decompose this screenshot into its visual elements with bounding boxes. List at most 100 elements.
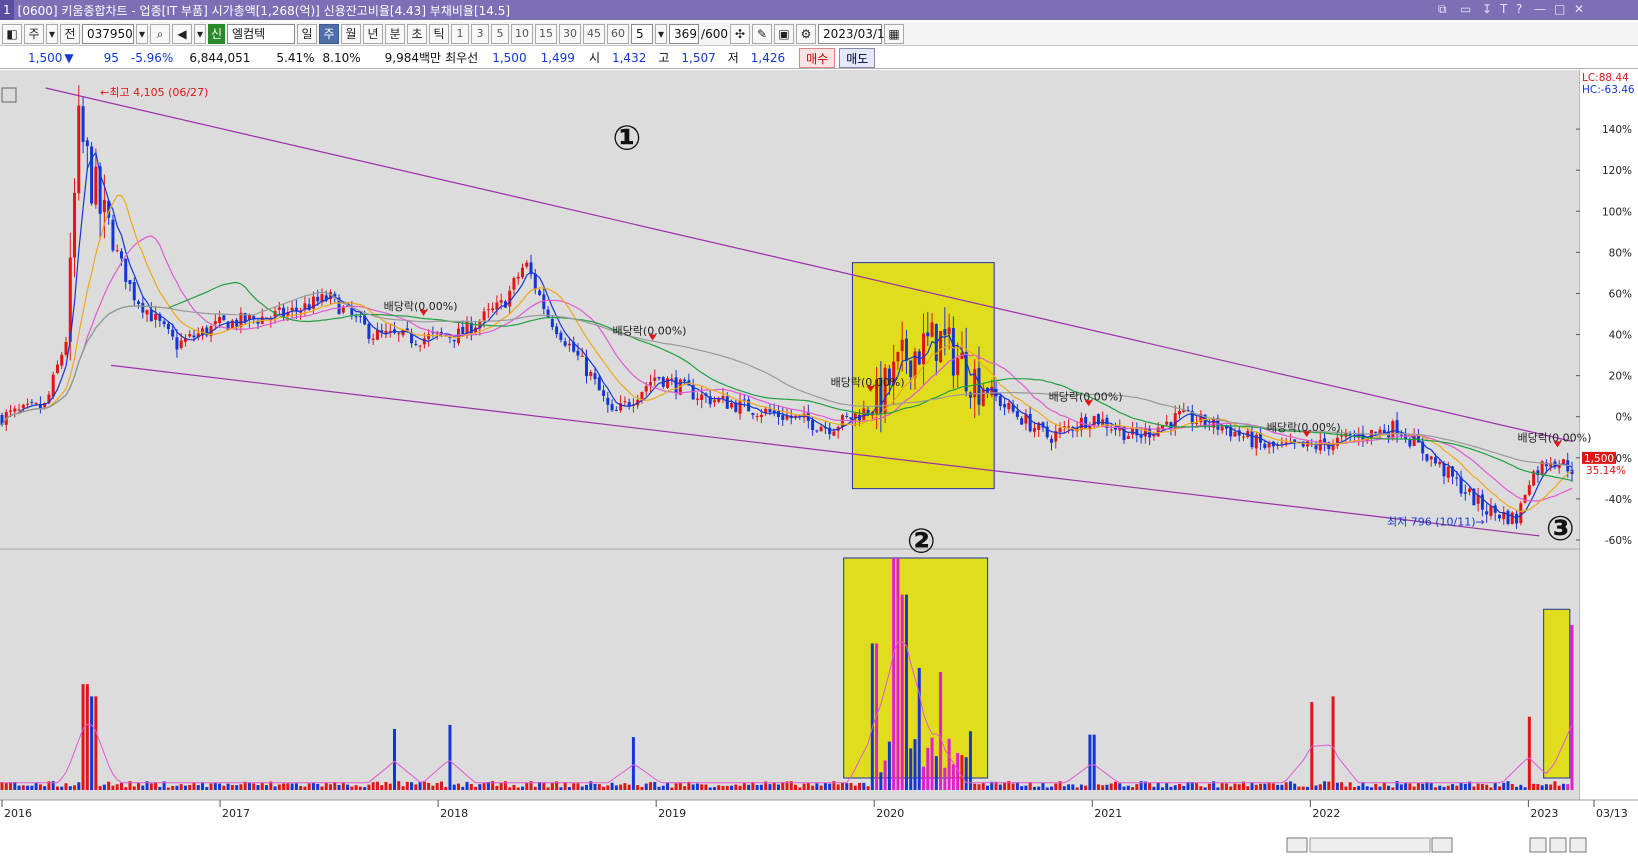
speaker-dropdown-icon[interactable]: ▾ [194,23,206,44]
interval-60[interactable]: 60 [607,23,630,44]
volume-bar [286,783,290,790]
volume-bar [247,782,251,790]
search-icon[interactable]: ⌕ [150,23,170,44]
tab-minute[interactable]: 분 [385,23,406,44]
volume-bar [414,784,418,790]
volume-bar [1096,784,1100,790]
volume-bar [1408,783,1412,790]
volume-bar [998,784,1002,790]
scroll-right-button[interactable] [1431,837,1453,853]
settings-icon[interactable]: ⚙ [796,23,816,44]
buy-button[interactable]: 매수 [799,47,836,68]
candle [1096,413,1100,427]
restore-icon[interactable]: ⧉ [1438,2,1447,17]
volume-bar [1369,787,1373,790]
volume-bar [1109,783,1113,790]
help-icon[interactable]: ? [1516,2,1522,16]
close-icon[interactable]: ✕ [1574,2,1584,16]
scroll-track[interactable] [1309,837,1431,853]
volume-bar [256,785,260,790]
volume-bar [1331,696,1335,790]
turnover-rate: 8.10% [322,50,361,65]
crosshair-icon[interactable]: ✣ [730,23,750,44]
text-icon[interactable]: T [1500,2,1507,16]
interval-10[interactable]: 10 [511,23,534,44]
volume-bar [1118,783,1122,790]
volume-bar [1365,786,1369,790]
calendar-icon[interactable]: ▦ [884,23,904,44]
tab-year[interactable]: 년 [363,23,384,44]
interval-input[interactable]: 5 [631,23,654,44]
volume-bar [934,756,938,790]
zoom-out-icon[interactable] [1529,837,1547,853]
chart-layout-icon[interactable]: ◧ [2,23,22,44]
volume-bar [90,696,94,790]
screen-number: 1 [0,0,14,20]
down-arrow-icon: ▼ [64,50,74,65]
price-volume-chart[interactable]: 140%120%100%80%60%40%20%0%-20%-40%-60%LC… [0,70,1638,860]
save-icon[interactable]: ▣ [774,23,794,44]
volume-bar [623,783,627,790]
chart-area[interactable]: 140% 120% 100% 80% 60% 40% 20% 0% -20% -40% -60% LC… [0,70,1638,860]
volume-bar [1084,785,1088,790]
open-label: 시 [588,51,600,65]
volume-bar [1301,786,1305,790]
chart-settings-icon[interactable] [1569,837,1587,853]
code-dropdown-icon[interactable]: ▾ [136,23,148,44]
stock-name-field[interactable]: 엘컴텍 [227,23,296,44]
zoom-in-icon[interactable] [1549,837,1567,853]
volume-bar [947,738,951,790]
scroll-left-button[interactable] [1286,837,1308,853]
maximize-icon[interactable]: □ [1554,2,1565,16]
volume-bar [363,787,367,790]
scale-note-top: LC:88.44 [1582,72,1629,84]
x-tick-label: 2021 [1094,807,1122,820]
volume-bar [1160,787,1164,790]
volume-bar [900,594,904,790]
volume-bar [823,782,827,790]
interval-1[interactable]: 1 [451,23,470,44]
tile-icon[interactable]: ▭ [1460,2,1471,16]
volume-bar [1459,782,1463,790]
interval-15[interactable]: 15 [535,23,558,44]
x-tick-label: 2017 [222,807,250,820]
tab-month[interactable]: 월 [341,23,362,44]
volume-bar [107,781,111,790]
bar-count-input[interactable]: 369 [669,23,700,44]
speaker-icon[interactable]: ◀︎ [172,23,192,44]
volume-bar [1028,782,1032,790]
volume-bar [913,739,917,790]
volume-bar [1489,787,1493,790]
volume-bar [431,785,435,790]
volume-bar [333,782,337,790]
y-tick-label: -40% [1605,494,1632,506]
period-select[interactable]: 주 [24,23,44,44]
minimize-icon[interactable]: — [1534,2,1546,16]
interval-45[interactable]: 45 [583,23,606,44]
interval-3[interactable]: 3 [471,23,490,44]
volume-bar [461,786,465,790]
volume-bar [427,782,431,790]
volume-bar [175,785,179,790]
tab-week[interactable]: 주 [319,23,340,44]
volume-bar [311,782,315,790]
stock-code-input[interactable]: 037950 [82,23,134,44]
tab-second[interactable]: 초 [407,23,428,44]
volume-bar [1173,785,1177,790]
interval-5[interactable]: 5 [491,23,510,44]
period-dropdown-icon[interactable]: ▾ [46,23,58,44]
volume-bar [9,782,13,790]
volume-bar [192,782,196,790]
adjust-select[interactable]: 전 [60,23,80,44]
interval-dropdown-icon[interactable]: ▾ [655,23,668,44]
pin-icon[interactable]: ↧ [1482,2,1492,16]
window-titlebar: 1 [0600] 키움종합차트 - 업종[IT 부품] 시가총액[1,268(억… [0,0,1638,20]
volume-bar [1135,784,1139,790]
draw-tool-icon[interactable]: ✎ [752,23,772,44]
interval-30[interactable]: 30 [559,23,582,44]
date-input[interactable]: 2023/03/13 [818,23,892,44]
tab-tick[interactable]: 틱 [429,23,450,44]
volume-bar [917,667,921,790]
sell-button[interactable]: 매도 [839,47,876,68]
tab-day[interactable]: 일 [297,23,318,44]
